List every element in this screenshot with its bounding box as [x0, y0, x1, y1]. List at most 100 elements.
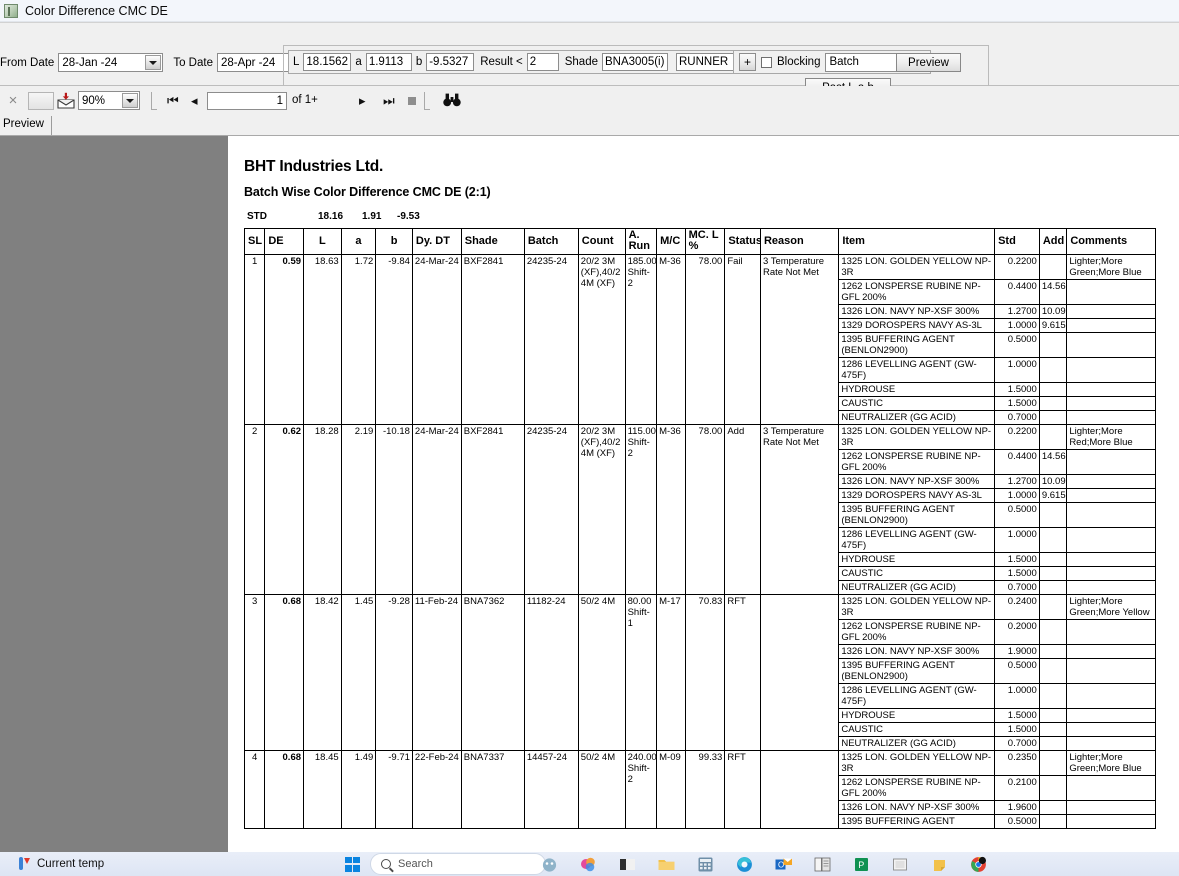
- cell-reason: [759, 594, 840, 751]
- print-button[interactable]: [28, 92, 54, 110]
- from-date-combo[interactable]: 28-Jan -24: [58, 53, 164, 72]
- previous-page-icon[interactable]: ◂: [191, 93, 198, 109]
- cell-comments: [1066, 318, 1156, 333]
- to-date-value: 28-Apr -24: [220, 56, 276, 69]
- copilot-icon[interactable]: [540, 855, 559, 874]
- cell-item: 1325 LON. GOLDEN YELLOW NP-3R: [838, 750, 996, 776]
- cell-add: [1038, 357, 1068, 383]
- col-add: Add: [1038, 228, 1068, 255]
- cell-item: 1286 LEVELLING AGENT (GW-475F): [838, 527, 996, 553]
- to-date-label: To Date: [173, 56, 213, 69]
- cell-mc-l: 99.33: [684, 750, 726, 829]
- cell-std: 1.0000: [994, 318, 1040, 333]
- report-table-head: SL DE L a b Dy. DT Shade Batch Count A. …: [243, 228, 1156, 255]
- page-number-input[interactable]: 1: [207, 92, 287, 110]
- a-label: a: [355, 56, 362, 68]
- cell-std: 1.2700: [994, 304, 1040, 319]
- cell-comments: [1066, 722, 1156, 737]
- search-binoculars-icon[interactable]: [443, 93, 461, 112]
- col-status: Status: [724, 228, 761, 255]
- l-input[interactable]: 18.1562: [303, 53, 352, 71]
- col-comments: Comments: [1066, 228, 1156, 255]
- table-header-row: SL DE L a b Dy. DT Shade Batch Count A. …: [243, 228, 1156, 255]
- result-input[interactable]: 2: [526, 53, 559, 71]
- powerpoint-icon[interactable]: [891, 855, 910, 874]
- cell-add: [1038, 410, 1068, 425]
- cell-status: RFT: [724, 594, 761, 751]
- close-icon[interactable]: ×: [6, 93, 20, 108]
- std-values-row: STD 18.16 1.91 -9.53: [244, 211, 1169, 227]
- cell-comments: [1066, 332, 1156, 358]
- blocking-checkbox[interactable]: [761, 56, 772, 68]
- cell-count: 20/2 3M (XF),40/2 4M (XF): [577, 254, 626, 425]
- cell-batch: 14457-24: [523, 750, 579, 829]
- export-icon[interactable]: [57, 92, 75, 110]
- cell-mc: M-17: [656, 594, 686, 751]
- last-page-icon[interactable]: ⏭: [383, 93, 395, 109]
- cell-add: 10.095: [1038, 474, 1068, 489]
- chevron-down-icon[interactable]: [145, 55, 162, 70]
- cell-de: 0.62: [264, 424, 305, 595]
- cell-item: 1262 LONSPERSE RUBINE NP-GFL 200%: [838, 775, 996, 801]
- cell-status: RFT: [724, 750, 761, 829]
- tab-preview[interactable]: Preview: [0, 116, 52, 135]
- office-icon[interactable]: [579, 855, 598, 874]
- cell-std: 0.2400: [994, 594, 1040, 620]
- thermometer-icon: [18, 857, 30, 871]
- cell-comments: [1066, 800, 1156, 815]
- chrome-icon[interactable]: [969, 855, 988, 874]
- cell-reason: 3 Temperature Rate Not Met: [759, 424, 840, 595]
- cell-mc-l: 78.00: [684, 424, 726, 595]
- cell-add: [1038, 527, 1068, 553]
- zoom-select[interactable]: 90%: [78, 91, 140, 110]
- cell-std: 0.2350: [994, 750, 1040, 776]
- cell-l: 18.28: [303, 424, 342, 595]
- runner-input[interactable]: RUNNER: [676, 53, 736, 71]
- folder-icon[interactable]: [657, 855, 676, 874]
- first-page-icon[interactable]: ⏮: [167, 93, 179, 109]
- preview-button[interactable]: Preview: [896, 53, 961, 72]
- cell-b: -9.84: [375, 254, 413, 425]
- cell-add: [1038, 382, 1068, 397]
- cell-std: 1.0000: [994, 488, 1040, 503]
- cell-std: 0.5000: [994, 658, 1040, 684]
- cell-item: 1395 BUFFERING AGENT (BENLON2900): [838, 502, 996, 528]
- next-page-icon[interactable]: ▸: [359, 93, 366, 109]
- taskbar-search[interactable]: Search: [370, 853, 546, 875]
- cell-item: 1395 BUFFERING AGENT: [838, 814, 996, 829]
- cell-a-run: 80.00 Shift-1: [624, 594, 658, 751]
- cell-a-run: 185.00 Shift-2: [624, 254, 658, 425]
- cell-mc: M-36: [656, 424, 686, 595]
- outlook-icon[interactable]: O: [774, 855, 793, 874]
- shade-input[interactable]: BNA3005(i): [602, 53, 668, 71]
- table-row: 1 0.59 18.63 1.72 -9.84 24-Mar-24 BXF2841 24235…: [243, 254, 1156, 425]
- add-button[interactable]: +: [739, 53, 756, 71]
- cell-status: Add: [724, 424, 761, 595]
- toolbar-separator: [151, 92, 157, 110]
- cell-reason: 3 Temperature Rate Not Met: [759, 254, 840, 425]
- b-input[interactable]: -9.5327: [426, 53, 475, 71]
- sticky-note-icon[interactable]: [930, 855, 949, 874]
- edge-icon[interactable]: [735, 855, 754, 874]
- taskbar-center: Search: [345, 852, 546, 876]
- cell-std: 0.2000: [994, 619, 1040, 645]
- application-icon: [4, 3, 18, 18]
- file-explorer-dark-icon[interactable]: [618, 855, 637, 874]
- cell-item: 1329 DOROSPERS NAVY AS-3L: [838, 488, 996, 503]
- report-company-name: BHT Industries Ltd.: [244, 158, 384, 175]
- cell-std: 1.5000: [994, 566, 1040, 581]
- col-a: a: [340, 228, 377, 255]
- chevron-down-icon[interactable]: [122, 93, 138, 108]
- contacts-icon[interactable]: [813, 855, 832, 874]
- stop-icon[interactable]: [408, 97, 416, 105]
- cell-comments: [1066, 410, 1156, 425]
- parameter-toolbar: From Date 28-Jan -24 To Date 28-Apr -24 …: [0, 22, 1179, 101]
- a-input[interactable]: 1.9113: [365, 53, 412, 71]
- weather-widget[interactable]: Current temp: [18, 857, 104, 871]
- cell-add: [1038, 644, 1068, 659]
- start-button-icon[interactable]: [345, 856, 360, 872]
- col-std: Std: [994, 228, 1040, 255]
- calculator-icon[interactable]: [696, 855, 715, 874]
- cell-mc-l: 70.83: [684, 594, 726, 751]
- publisher-icon[interactable]: P: [852, 855, 871, 874]
